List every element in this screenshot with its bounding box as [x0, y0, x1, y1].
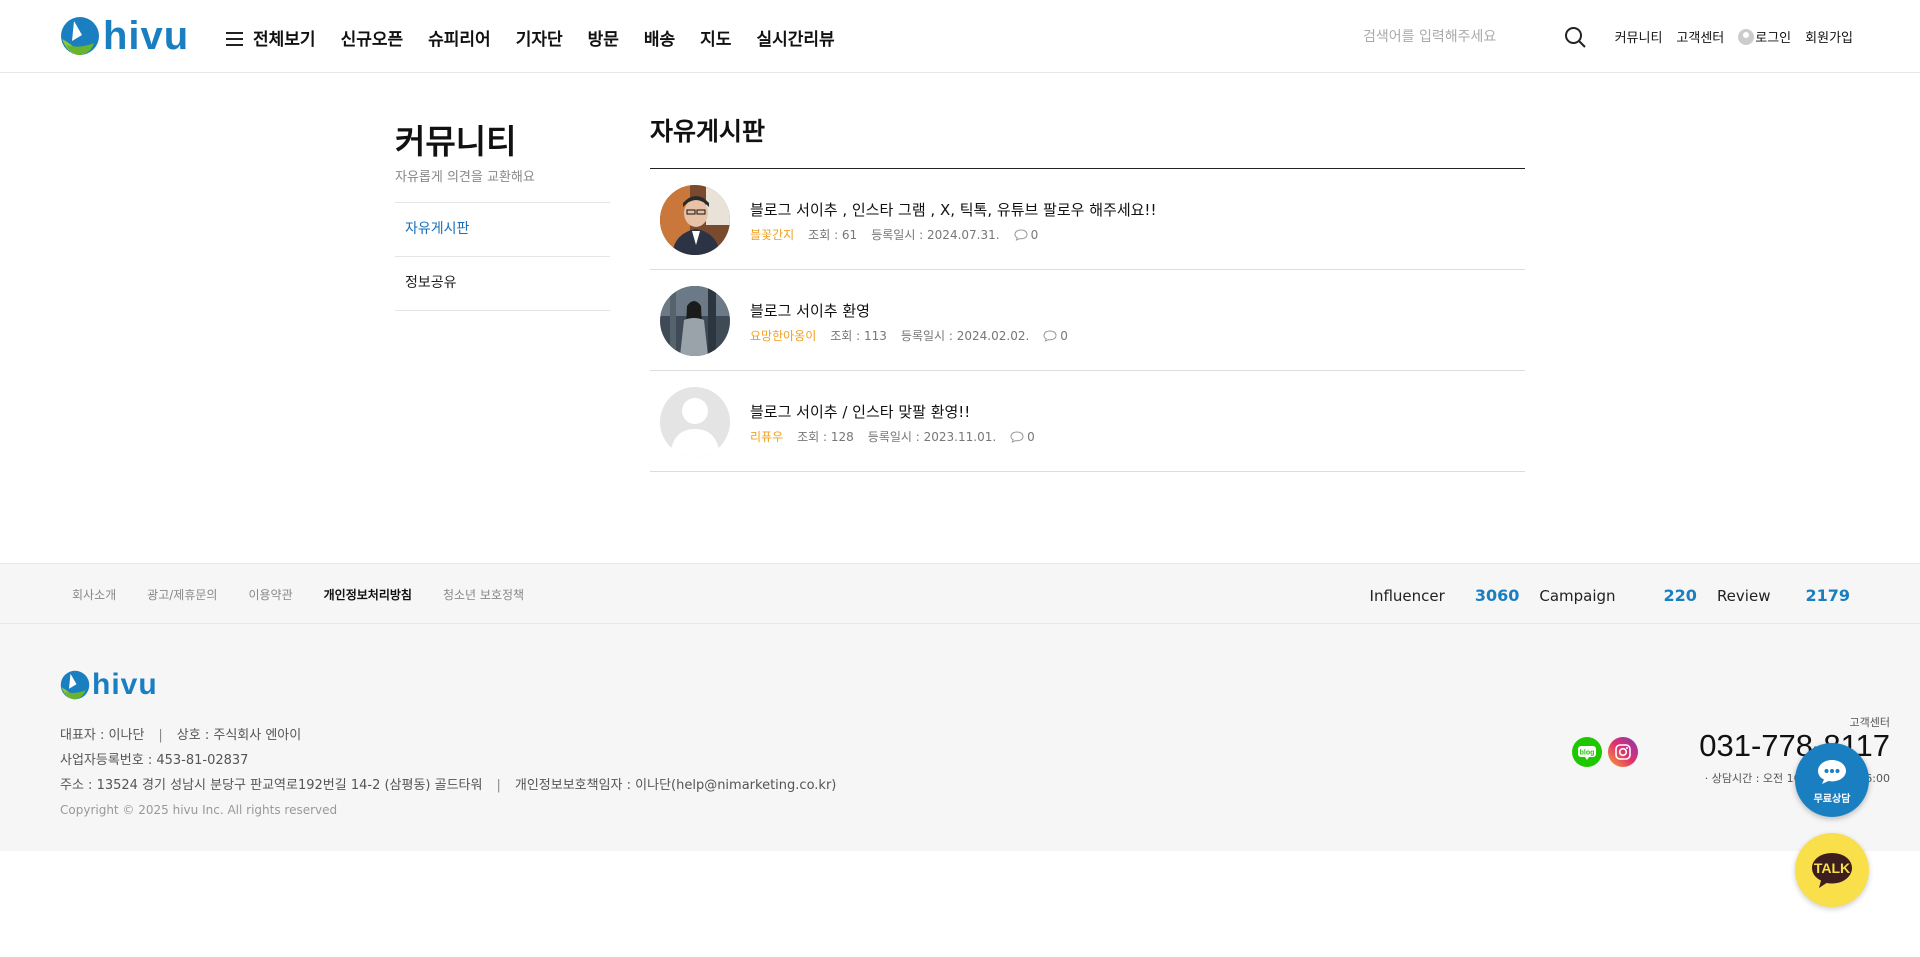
hamburger-menu-icon[interactable] [226, 32, 243, 46]
post-date: 등록일시 : 2023.11.01. [867, 430, 997, 444]
free-consult-button[interactable]: 무료상담 [1795, 743, 1869, 817]
post-date: 등록일시 : 2024.07.31. [871, 228, 1000, 242]
site-logo[interactable]: hivu [60, 15, 189, 57]
list-item[interactable]: 블로그 서이추 / 인스타 맞팔 환영!! 리퓨우 조회 : 128 등록일시 … [650, 371, 1525, 472]
instagram-icon[interactable] [1608, 737, 1638, 767]
site-stats: Influencer 3060 Campaign 220 Review 2179 [1350, 586, 1850, 605]
post-author[interactable]: 리퓨우 [750, 428, 783, 445]
avatar [660, 286, 730, 356]
stat-influencer-label: Influencer [1369, 587, 1445, 605]
nav-live-review[interactable]: 실시간리뷰 [756, 29, 834, 51]
company-address: 주소 : 13524 경기 성남시 분당구 판교역로192번길 14-2 (삼평… [60, 778, 483, 793]
sidebar-item-free-board[interactable]: 자유게시판 [395, 203, 610, 257]
footer-link-about[interactable]: 회사소개 [72, 586, 116, 603]
nav-visit[interactable]: 방문 [588, 29, 619, 51]
footer-link-privacy[interactable]: 개인정보처리방침 [324, 586, 412, 603]
login-link[interactable]: 로그인 [1738, 27, 1791, 46]
logo-mark-icon [60, 670, 90, 700]
comment-icon [1014, 228, 1028, 241]
footer-nav-bar: 회사소개 광고/제휴문의 이용약관 개인정보처리방침 청소년 보호정책 Infl… [0, 563, 1920, 624]
footer-link-terms[interactable]: 이용약관 [248, 586, 292, 603]
search-icon[interactable] [1564, 26, 1586, 48]
site-header: hivu 전체보기 신규오픈 슈피리어 기자단 방문 배송 지도 실시간리뷰 검… [0, 0, 1920, 73]
site-footer: hivu 대표자 : 이나단 | 상호 : 주식회사 엔아이 사업자등록번호 : 4… [0, 624, 1920, 851]
nav-new-open[interactable]: 신규오픈 [341, 29, 404, 51]
board-title: 자유게시판 [650, 117, 766, 146]
post-title[interactable]: 블로그 서이추 , 인스타 그램 , X, 틱톡, 유튜브 팔로우 해주세요!! [750, 199, 1156, 220]
nav-superior[interactable]: 슈피리어 [428, 29, 491, 51]
footer-logo: hivu [60, 669, 158, 701]
nav-all[interactable]: 전체보기 [253, 29, 316, 51]
nav-delivery[interactable]: 배송 [644, 29, 675, 51]
post-comment-count: 0 [1030, 227, 1039, 242]
footer-link-youth-policy[interactable]: 청소년 보호정책 [443, 586, 524, 603]
post-meta: 요망한아옹이 조회 : 113 등록일시 : 2024.02.02. 0 [750, 327, 1068, 344]
business-number: 사업자등록번호 : 453-81-02837 [60, 753, 249, 768]
kakao-talk-icon: TALK [1812, 853, 1852, 888]
sidebar-subtitle: 자유롭게 의견을 교환해요 [395, 170, 535, 185]
post-title[interactable]: 블로그 서이추 환영 [750, 300, 870, 321]
sidebar-item-info-share[interactable]: 정보공유 [395, 257, 610, 311]
post-author[interactable]: 블꽃간지 [750, 226, 794, 243]
post-list: 블로그 서이추 , 인스타 그램 , X, 틱톡, 유튜브 팔로우 해주세요!!… [650, 168, 1525, 472]
sns-links: blog [1572, 737, 1638, 767]
stat-review-label: Review [1716, 587, 1771, 605]
logo-text: hivu [103, 14, 190, 58]
post-meta: 리퓨우 조회 : 128 등록일시 : 2023.11.01. 0 [750, 428, 1035, 445]
post-author[interactable]: 요망한아옹이 [750, 327, 816, 344]
privacy-officer: 개인정보보호책임자 : 이나단(help@nimarketing.co.kr) [514, 778, 837, 793]
post-comment-count: 0 [1027, 429, 1035, 444]
stat-review-value: 2179 [1805, 586, 1850, 605]
main-nav: 전체보기 신규오픈 슈피리어 기자단 방문 배송 지도 실시간리뷰 [253, 29, 860, 51]
footer-links: 회사소개 광고/제휴문의 이용약관 개인정보처리방침 청소년 보호정책 [72, 586, 555, 603]
nav-reporters[interactable]: 기자단 [516, 29, 563, 51]
company-name: 상호 : 주식회사 엔아이 [176, 728, 302, 743]
community-link[interactable]: 커뮤니티 [1615, 27, 1663, 46]
ceo-info: 대표자 : 이나단 [60, 728, 145, 743]
post-views: 조회 : 61 [808, 228, 858, 242]
search-input[interactable]: 검색어를 입력해주세요 [1363, 26, 1496, 46]
post-title[interactable]: 블로그 서이추 / 인스타 맞팔 환영!! [750, 401, 970, 422]
sidebar-menu: 자유게시판 정보공유 [395, 202, 610, 311]
stat-campaign-value: 220 [1663, 586, 1697, 605]
free-consult-label: 무료상담 [1813, 794, 1851, 805]
login-label: 로그인 [1755, 31, 1792, 46]
company-info: 대표자 : 이나단 | 상호 : 주식회사 엔아이 사업자등록번호 : 453-81… [60, 723, 836, 823]
support-link[interactable]: 고객센터 [1676, 27, 1724, 46]
post-views: 조회 : 128 [797, 430, 854, 444]
post-views: 조회 : 113 [830, 329, 887, 343]
stat-influencer-value: 3060 [1474, 586, 1520, 605]
post-comment-count: 0 [1060, 328, 1068, 343]
sidebar-title: 커뮤니티 [395, 122, 517, 161]
utility-links: 커뮤니티 고객센터 로그인 회원가입 [1601, 27, 1853, 46]
logo-mark-icon [61, 17, 99, 55]
nav-map[interactable]: 지도 [700, 29, 731, 51]
default-avatar-icon [660, 387, 730, 457]
footer-link-ad-inquiry[interactable]: 광고/제휴문의 [147, 586, 217, 603]
list-item[interactable]: 블로그 서이추 , 인스타 그램 , X, 틱톡, 유튜브 팔로우 해주세요!!… [650, 169, 1525, 270]
comment-icon [1010, 430, 1024, 443]
svg-text:blog: blog [1580, 750, 1595, 757]
post-date: 등록일시 : 2024.02.02. [900, 329, 1030, 343]
chat-bubble-icon [1818, 760, 1846, 784]
signup-link[interactable]: 회원가입 [1805, 27, 1853, 46]
stat-campaign-label: Campaign [1539, 587, 1616, 605]
kakao-talk-button[interactable]: TALK [1795, 833, 1869, 907]
copyright: Copyright © 2025 hivu Inc. All rights re… [60, 803, 338, 817]
kakao-talk-label: TALK [1814, 860, 1850, 876]
footer-logo-text: hivu [92, 668, 158, 701]
post-meta: 블꽃간지 조회 : 61 등록일시 : 2024.07.31. 0 [750, 226, 1038, 243]
list-item[interactable]: 블로그 서이추 환영 요망한아옹이 조회 : 113 등록일시 : 2024.0… [650, 270, 1525, 371]
blog-icon[interactable]: blog [1572, 737, 1602, 767]
comment-icon [1043, 329, 1057, 342]
avatar [660, 185, 730, 255]
user-icon [1738, 28, 1755, 45]
